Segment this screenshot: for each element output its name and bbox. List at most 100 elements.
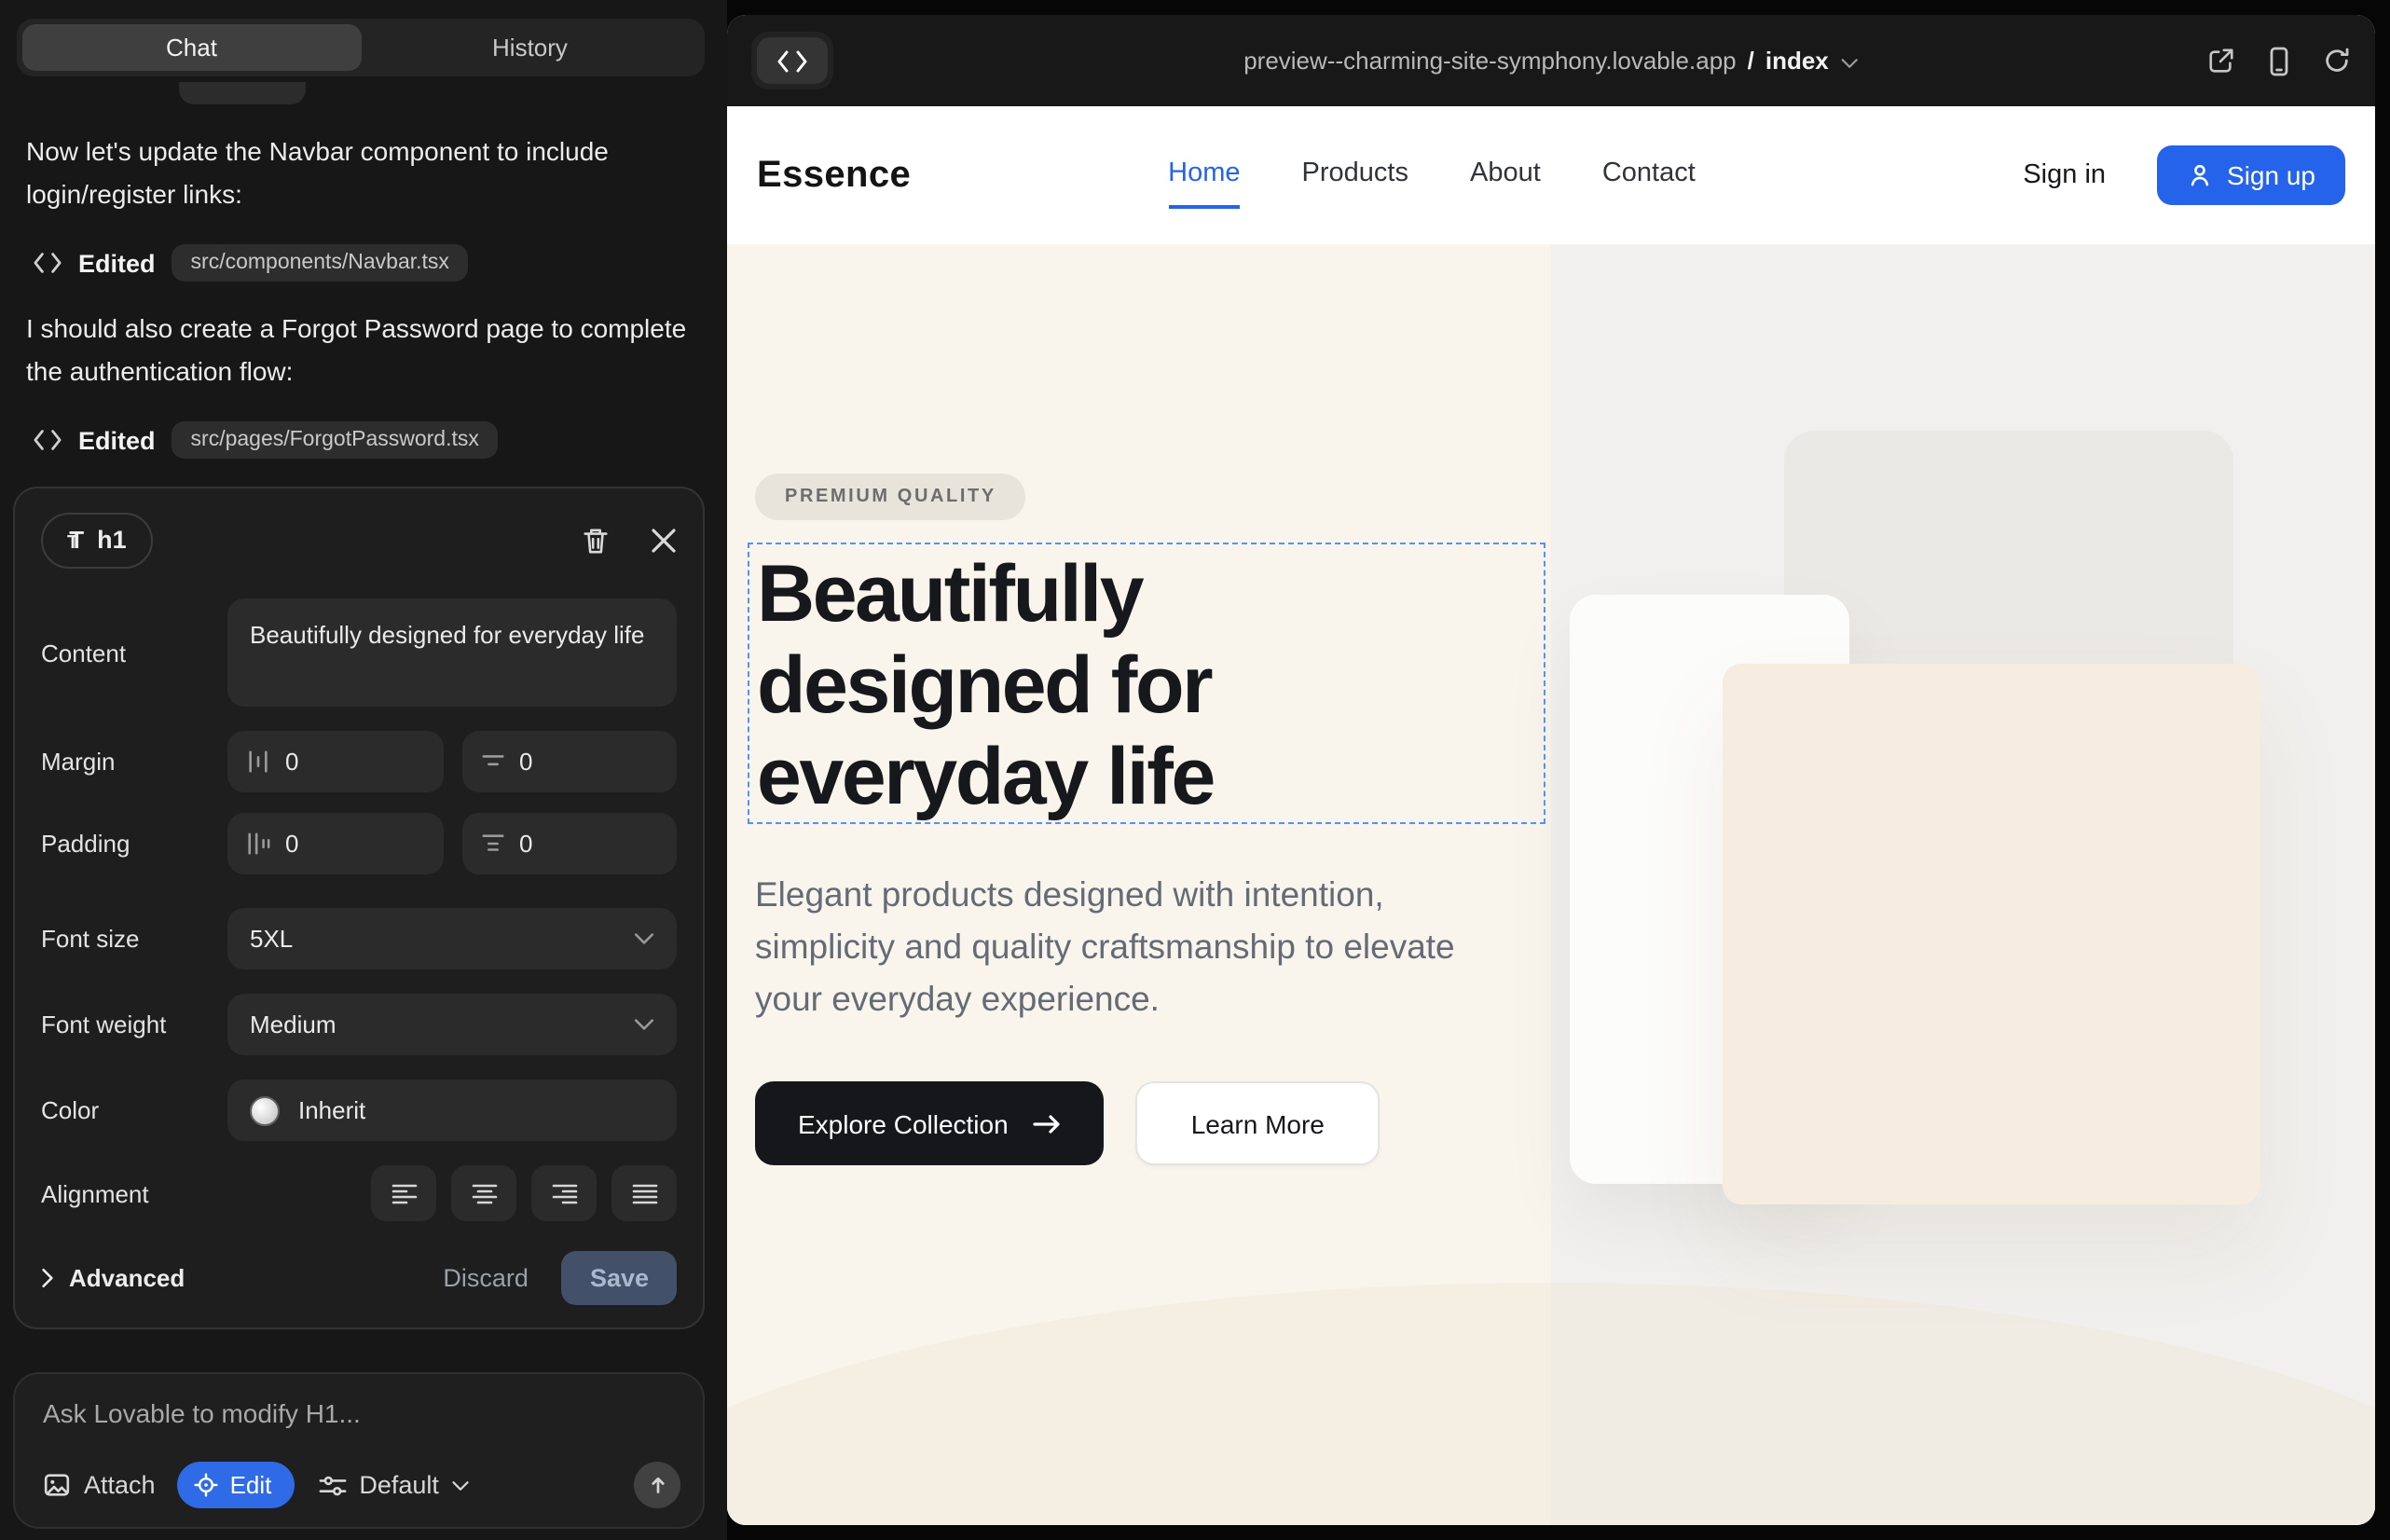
chevron-down-icon (634, 1018, 654, 1031)
edited-label: Edited (78, 426, 156, 454)
url-separator: / (1748, 47, 1754, 75)
font-weight-select[interactable]: Medium (227, 994, 677, 1055)
delete-element-icon[interactable] (582, 526, 610, 556)
edited-label: Edited (78, 249, 156, 277)
nav-link-products[interactable]: Products (1302, 158, 1408, 209)
file-chip-navbar[interactable]: src/components/Navbar.tsx (172, 244, 468, 282)
tab-history[interactable]: History (361, 24, 699, 71)
code-icon (34, 429, 62, 451)
person-icon (2186, 162, 2212, 188)
composer-input[interactable] (43, 1398, 680, 1428)
font-size-row: Font size 5XL (41, 908, 677, 969)
margin-x-input[interactable]: 0 (227, 731, 443, 792)
content-input[interactable]: Beautifully designed for everyday life (227, 598, 677, 707)
preview-url[interactable]: preview--charming-site-symphony.lovable.… (1243, 47, 1859, 75)
font-size-select[interactable]: 5XL (227, 908, 677, 969)
hero-description: Elegant products designed with intention… (755, 869, 1478, 1025)
align-left-button[interactable] (371, 1165, 436, 1221)
font-weight-label: Font weight (41, 1011, 227, 1038)
margin-y-value: 0 (519, 748, 532, 776)
content-label: Content (41, 639, 227, 667)
mobile-view-icon[interactable] (2267, 46, 2291, 76)
send-button[interactable] (634, 1462, 680, 1508)
typography-icon: TT (67, 524, 84, 557)
nav-link-about[interactable]: About (1470, 158, 1541, 209)
element-tag-badge: TT h1 (41, 513, 153, 569)
alignment-label: Alignment (41, 1179, 227, 1207)
content-row: Content Beautifully designed for everyda… (41, 598, 677, 707)
color-select[interactable]: Inherit (227, 1079, 677, 1141)
hero-cta-group: Explore Collection Learn More (755, 1081, 1380, 1165)
padding-horizontal-icon (246, 832, 270, 856)
font-size-label: Font size (41, 925, 227, 953)
target-icon (195, 1473, 219, 1497)
site-preview: Essence Home Products About Contact Sign… (727, 106, 2375, 1525)
chevron-down-icon (452, 1479, 471, 1491)
discard-button[interactable]: Discard (443, 1264, 529, 1292)
open-external-icon[interactable] (2207, 47, 2235, 75)
chat-message: Now let's update the Navbar component to… (26, 131, 690, 216)
padding-x-input[interactable]: 0 (227, 813, 443, 874)
edited-file-row: Edited src/components/Navbar.tsx (34, 244, 694, 282)
nav-links: Home Products About Contact (1168, 158, 1696, 209)
color-value: Inherit (298, 1096, 365, 1124)
view-toggle (751, 32, 833, 89)
editor-header: TT h1 (41, 513, 677, 569)
tab-chat[interactable]: Chat (22, 24, 361, 71)
arrow-right-icon (1033, 1112, 1061, 1134)
save-button[interactable]: Save (562, 1251, 677, 1305)
font-size-value: 5XL (250, 925, 293, 953)
preview-frame: preview--charming-site-symphony.lovable.… (727, 15, 2375, 1525)
padding-vertical-icon (480, 832, 504, 856)
chevron-down-icon (634, 932, 654, 945)
color-swatch (250, 1095, 280, 1125)
margin-y-input[interactable]: 0 (461, 731, 677, 792)
close-icon[interactable] (651, 528, 677, 554)
chat-sidebar: Chat History Now let's update the Navbar… (0, 0, 727, 1540)
learn-more-button[interactable]: Learn More (1135, 1081, 1380, 1165)
advanced-toggle[interactable]: Advanced (41, 1264, 185, 1292)
site-brand[interactable]: Essence (757, 154, 911, 197)
code-view-button[interactable] (757, 37, 828, 84)
element-editor-panel: TT h1 Content Beautifully designed for e… (13, 487, 705, 1329)
font-weight-row: Font weight Medium (41, 994, 677, 1055)
mode-select[interactable]: Default (318, 1471, 471, 1499)
margin-row: Margin 0 0 (41, 731, 677, 792)
align-center-button[interactable] (451, 1165, 516, 1221)
edited-file-row: Edited src/pages/ForgotPassword.tsx (34, 421, 694, 459)
app-root: Chat History Now let's update the Navbar… (0, 0, 2390, 1540)
element-tag-name: h1 (97, 526, 127, 554)
chat-composer: Attach Edit Default (13, 1372, 705, 1529)
font-weight-value: Medium (250, 1011, 337, 1038)
align-justify-button[interactable] (611, 1165, 677, 1221)
padding-row: Padding 0 0 (41, 813, 677, 874)
truncated-chip (179, 82, 306, 104)
decorative-curve (727, 1283, 2375, 1525)
refresh-icon[interactable] (2323, 47, 2351, 75)
url-text: preview--charming-site-symphony.lovable.… (1243, 47, 1736, 75)
explore-collection-button[interactable]: Explore Collection (755, 1081, 1104, 1165)
sign-in-link[interactable]: Sign in (2023, 160, 2106, 190)
margin-vertical-icon (480, 749, 504, 774)
sidebar-tabs: Chat History (17, 19, 705, 76)
sign-up-button[interactable]: Sign up (2156, 145, 2345, 205)
site-navbar: Essence Home Products About Contact Sign… (727, 106, 2375, 244)
margin-x-value: 0 (285, 748, 298, 776)
color-label: Color (41, 1096, 227, 1124)
editor-footer: Advanced Discard Save (41, 1251, 677, 1305)
chevron-right-icon (41, 1268, 54, 1288)
edit-mode-chip[interactable]: Edit (178, 1462, 295, 1508)
file-chip-forgot-password[interactable]: src/pages/ForgotPassword.tsx (172, 421, 498, 459)
hero-heading[interactable]: Beautifully designed for everyday life (757, 550, 1381, 824)
decorative-card-beige (1723, 664, 2260, 1204)
attach-button[interactable]: Attach (43, 1471, 156, 1499)
nav-link-contact[interactable]: Contact (1602, 158, 1696, 209)
padding-y-input[interactable]: 0 (461, 813, 677, 874)
image-icon (43, 1471, 71, 1499)
align-right-button[interactable] (531, 1165, 597, 1221)
chevron-down-icon (1840, 57, 1859, 68)
margin-label: Margin (41, 748, 227, 776)
padding-y-value: 0 (519, 830, 532, 858)
nav-link-home[interactable]: Home (1168, 158, 1240, 209)
selected-element-outline[interactable]: Beautifully designed for everyday life (748, 543, 1545, 824)
